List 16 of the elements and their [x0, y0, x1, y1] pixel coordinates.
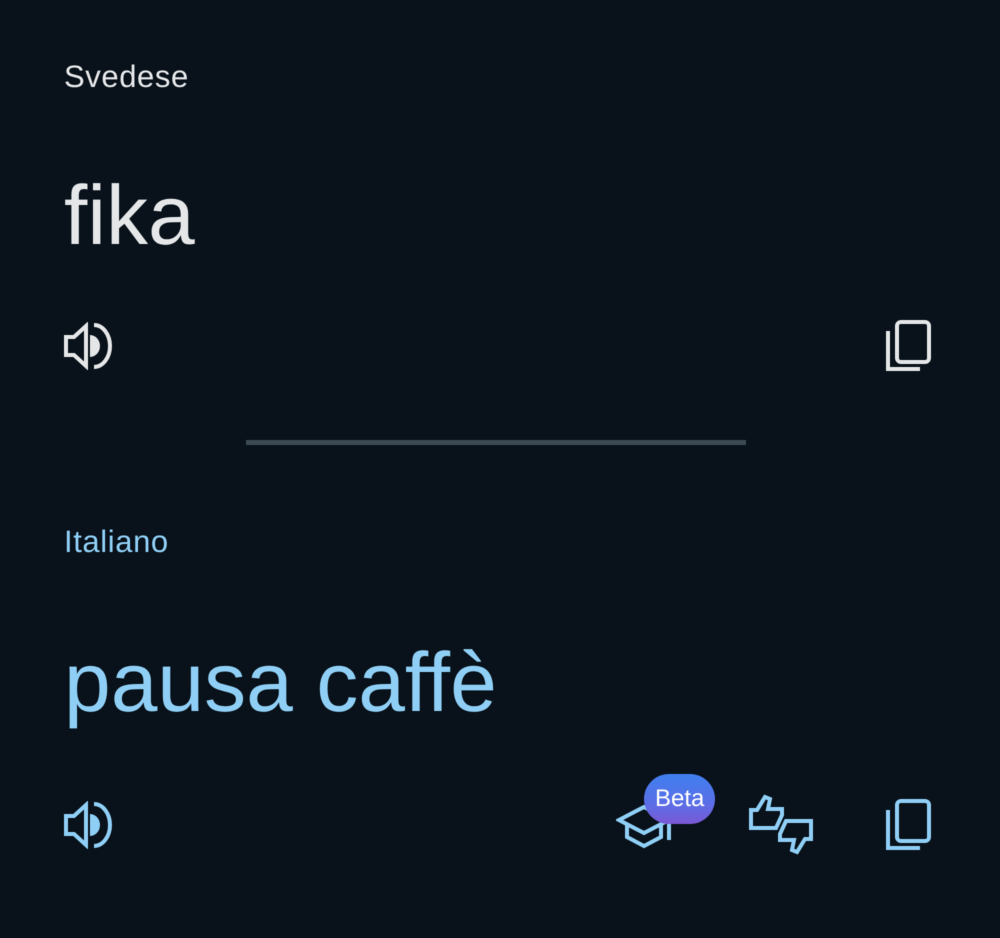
- feedback-button[interactable]: [748, 794, 814, 856]
- speaker-icon: [64, 801, 112, 849]
- listen-button[interactable]: [64, 322, 112, 370]
- copy-icon: [884, 798, 932, 852]
- beta-badge: Beta: [644, 774, 716, 824]
- speaker-icon: [64, 322, 112, 370]
- copy-button[interactable]: [884, 798, 932, 852]
- copy-button[interactable]: [884, 319, 932, 373]
- thumbs-up-down-icon: [748, 794, 814, 856]
- listen-button[interactable]: [64, 801, 112, 849]
- learn-button[interactable]: Beta: [616, 774, 717, 850]
- translated-text: pausa caffè: [64, 634, 497, 730]
- language-label: Svedese: [64, 59, 189, 95]
- source-text: fika: [64, 167, 195, 263]
- copy-icon: [884, 319, 932, 373]
- language-label: Italiano: [64, 524, 169, 560]
